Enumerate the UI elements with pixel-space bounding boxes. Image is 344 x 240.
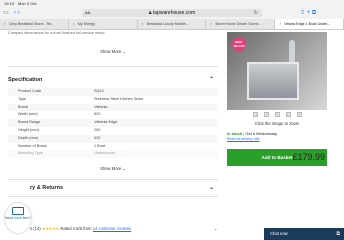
tab-5-active[interactable]: × Veloria Edge 1 Bowl Under...	[275, 19, 344, 29]
product-purchase-panel: BEST SELLER Click the image to zoom In s…	[227, 32, 327, 166]
close-icon[interactable]: ×	[142, 22, 144, 26]
nav-arrows-icon[interactable]: ‹ ›	[14, 9, 20, 17]
description-fragment: Compact dimensions for a frost-finished …	[8, 31, 105, 35]
chat-now-button[interactable]: Chat now ⧉	[264, 228, 344, 240]
date: Mon 3 Oct	[18, 1, 37, 6]
lock-icon: 🔒︎	[148, 10, 152, 16]
sidebar-toggle-icon[interactable]: ▭	[3, 9, 9, 17]
spec-row: Product Code SQ14	[8, 88, 218, 96]
tab-1[interactable]: × Grey Breakfast Stone - Re...	[0, 19, 69, 29]
best-seller-badge: BEST SELLER	[232, 37, 246, 51]
clock: 19:10	[4, 1, 15, 6]
spec-table: Product Code SQ14 Type Stainless Steel Kit…	[8, 88, 218, 159]
tab-bar: × Grey Breakfast Stone - Re... × My Energy…	[0, 19, 344, 30]
close-icon[interactable]: ×	[73, 22, 75, 26]
product-image[interactable]: BEST SELLER	[227, 32, 327, 110]
browser-toolbar: ▭ ‹ › AA 🔒︎ tapwarehouse.com ↻ ⇪ + ⧉	[0, 7, 344, 19]
tab-3[interactable]: × Breakfast Luxury Marble...	[138, 19, 207, 29]
rating-stars-icon: ★★★★★	[41, 226, 60, 231]
close-icon[interactable]: ×	[279, 22, 281, 26]
divider	[8, 66, 218, 67]
browser-actions-icon[interactable]: ⇪ + ⧉	[300, 9, 316, 17]
thumbnail[interactable]	[252, 112, 258, 117]
spec-row: Type Stainless Steel Kitchen Sinks	[18, 96, 144, 101]
chevron-down-icon[interactable]: ⌄	[214, 226, 218, 231]
show-more-specs-link[interactable]: Show More ⌄	[8, 166, 218, 171]
delivery-returns-header[interactable]: ry & Returns ⌄	[8, 180, 218, 196]
status-bar: 19:10 Mon 3 Oct ▪ ◔ 60%	[0, 0, 344, 38]
reviews-link[interactable]: 14 customer reviews	[93, 226, 131, 231]
envelope-icon	[12, 207, 24, 215]
address-bar[interactable]: AA 🔒︎ tapwarehouse.com ↻	[82, 9, 262, 17]
rating-text: Rated 4.5/5 from	[60, 226, 92, 231]
thumbnail[interactable]	[296, 112, 302, 117]
chevron-down-icon[interactable]: ⌄	[209, 180, 214, 196]
delivery-info-link[interactable]: Read full delivery info	[227, 137, 327, 141]
chat-icon: ⧉	[336, 231, 340, 237]
chevron-down-icon: ⌄	[122, 49, 126, 54]
image-thumbnails	[227, 112, 327, 117]
tab-4[interactable]: × Boxer Home Dream Scene...	[206, 19, 276, 29]
help-widget[interactable]: Need more time?	[5, 203, 31, 233]
spec-row: Brand Range Veltania Edge	[8, 119, 218, 127]
tab-2[interactable]: × My Energy	[69, 19, 138, 29]
zoom-hint: Click the image to zoom	[254, 121, 300, 126]
product-details: Compact dimensions for a frost-finished …	[8, 30, 218, 198]
help-label: Need more time?	[5, 216, 32, 220]
divider	[8, 196, 218, 198]
show-more-link[interactable]: Show More ⌄	[8, 49, 218, 54]
spec-row: Brand Veltania	[8, 103, 218, 112]
chevron-up-icon[interactable]: ⌃	[209, 72, 214, 88]
text-size-button[interactable]: AA	[85, 9, 90, 17]
spec-row: Depth (mm) 430	[8, 134, 218, 143]
spec-row: Number of Bowls 1 Bowl	[18, 143, 106, 148]
chevron-down-icon: ⌄	[122, 166, 126, 172]
url-text: tapwarehouse.com	[152, 10, 196, 16]
specification-header[interactable]: Specification ⌃	[8, 72, 218, 88]
close-icon[interactable]: ×	[4, 22, 6, 26]
thumbnail[interactable]	[285, 112, 291, 117]
stock-status: In stock | Get it Wednesday	[227, 131, 278, 136]
close-icon[interactable]: ×	[210, 22, 212, 26]
reload-icon[interactable]: ↻	[254, 9, 258, 17]
sink-shape	[247, 62, 299, 100]
spec-row: Mounting Type Undermount	[8, 150, 218, 159]
thumbnail[interactable]	[274, 112, 280, 117]
thumbnail[interactable]	[263, 112, 269, 117]
spec-row: Height (mm) 200	[18, 127, 101, 132]
spec-row: Width (mm) 520	[18, 112, 101, 117]
price: £179.99	[292, 152, 325, 162]
